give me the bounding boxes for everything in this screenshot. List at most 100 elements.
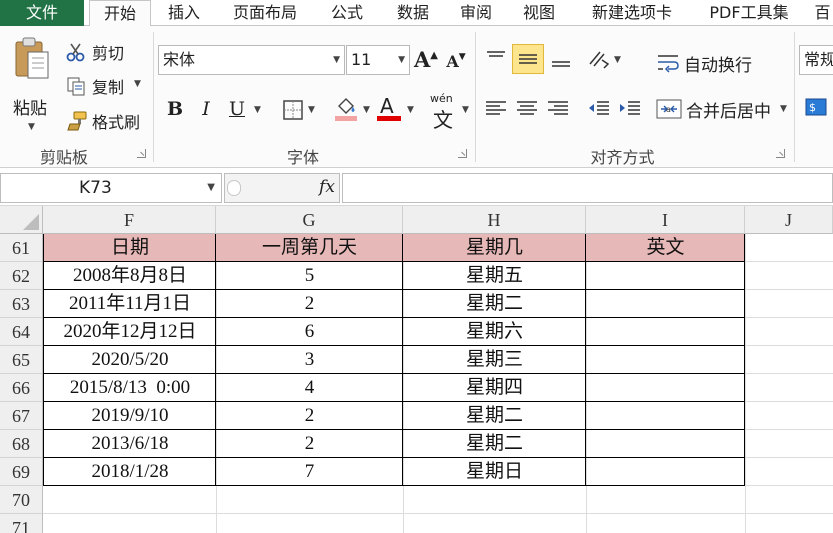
table-cell[interactable]: 星期日 [403,458,586,486]
tab-pdf-tools[interactable]: PDF工具集 [696,0,802,26]
tab-new-tab[interactable]: 新建选项卡 [576,0,688,26]
table-cell[interactable]: 2020年12月12日 [44,318,216,346]
row-header[interactable]: 68 [0,430,43,458]
table-cell[interactable] [586,262,745,290]
alignment-launcher-icon[interactable] [776,149,785,158]
row-header[interactable]: 62 [0,262,43,290]
row-header[interactable]: 64 [0,318,43,346]
table-cell[interactable]: 2018/1/28 [44,458,216,486]
paste-button[interactable]: 粘贴 ▼ [8,34,56,134]
align-top-icon[interactable] [483,46,509,72]
italic-button[interactable]: I [193,96,219,122]
table-header-cell[interactable]: 一周第几天 [216,234,403,262]
table-cell[interactable]: 星期五 [403,262,586,290]
row-header[interactable]: 70 [0,486,43,514]
row-header[interactable]: 63 [0,290,43,318]
table-cell[interactable]: 星期二 [403,402,586,430]
merge-center-button[interactable]: a 合并后居中 ▼ [656,96,792,122]
cut-button[interactable]: 剪切 [66,40,138,64]
tab-file[interactable]: 文件 [0,0,84,26]
underline-button[interactable]: U [224,96,250,122]
font-name-select[interactable]: 宋体 ▼ [158,45,345,75]
table-header-cell[interactable]: 星期几 [403,234,586,262]
table-header-cell[interactable]: 英文 [586,234,745,262]
wrap-text-button[interactable]: 自动换行 [656,50,776,76]
formula-input[interactable] [342,173,833,203]
tab-data[interactable]: 数据 [384,0,442,26]
table-cell[interactable]: 星期四 [403,374,586,402]
column-header-i[interactable]: I [586,206,745,234]
table-cell[interactable]: 2019/9/10 [44,402,216,430]
column-header-f[interactable]: F [43,206,216,234]
increase-indent-icon[interactable] [617,96,643,122]
tab-formulas[interactable]: 公式 [318,0,376,26]
align-center-icon[interactable] [514,96,540,122]
tab-baidu[interactable]: 百 [812,0,833,26]
orientation-dropdown-icon[interactable]: ▼ [614,55,621,65]
table-cell[interactable]: 星期二 [403,430,586,458]
number-format-select[interactable]: 常规 [799,45,833,75]
table-cell[interactable] [586,402,745,430]
align-middle-button[interactable] [512,44,544,74]
table-cell[interactable]: 2011年11月1日 [44,290,216,318]
row-header[interactable]: 65 [0,346,43,374]
table-cell[interactable]: 星期三 [403,346,586,374]
table-cell[interactable] [586,430,745,458]
table-cell[interactable] [586,458,745,486]
row-header[interactable]: 71 [0,514,43,533]
font-launcher-icon[interactable] [458,149,467,158]
insert-function-button[interactable]: fx [314,173,340,203]
tab-insert[interactable]: 插入 [155,0,213,26]
table-cell[interactable]: 星期二 [403,290,586,318]
borders-dropdown-icon[interactable]: ▼ [308,105,315,115]
table-cell[interactable]: 7 [216,458,403,486]
tab-view[interactable]: 视图 [510,0,568,26]
table-cell[interactable]: 3 [216,346,403,374]
table-cell[interactable] [586,290,745,318]
column-header-h[interactable]: H [403,206,586,234]
align-bottom-icon[interactable] [548,46,574,72]
shrink-font-button[interactable]: A▼ [444,49,468,75]
font-color-dropdown-icon[interactable]: ▼ [407,105,414,115]
format-painter-button[interactable]: 格式刷 [66,109,150,133]
tab-review[interactable]: 审阅 [447,0,505,26]
row-header[interactable]: 66 [0,374,43,402]
table-cell[interactable]: 4 [216,374,403,402]
table-cell[interactable]: 2008年8月8日 [44,262,216,290]
name-box[interactable]: K73 ▼ [0,173,222,203]
table-cell[interactable]: 星期六 [403,318,586,346]
clipboard-launcher-icon[interactable] [137,149,146,158]
row-header[interactable]: 67 [0,402,43,430]
table-cell[interactable]: 2013/6/18 [44,430,216,458]
merge-dropdown-icon[interactable]: ▼ [780,104,787,114]
paste-dropdown-icon[interactable]: ▼ [28,122,35,132]
font-color-button[interactable]: A [376,94,404,122]
tab-home[interactable]: 开始 [89,0,151,27]
row-header[interactable]: 61 [0,234,43,262]
table-cell[interactable] [586,346,745,374]
align-right-icon[interactable] [545,96,571,122]
table-cell[interactable]: 2020/5/20 [44,346,216,374]
accounting-format-icon[interactable]: $ [804,96,830,120]
table-cell[interactable]: 6 [216,318,403,346]
grow-font-button[interactable]: A▲ [414,47,438,73]
bold-button[interactable]: B [162,96,188,122]
copy-dropdown-icon[interactable]: ▼ [134,79,141,89]
table-cell[interactable] [586,374,745,402]
row-header[interactable]: 69 [0,458,43,486]
fill-color-dropdown-icon[interactable]: ▼ [363,105,370,115]
table-cell[interactable]: 2015/8/13 0:00 [44,374,216,402]
underline-dropdown-icon[interactable]: ▼ [254,105,261,115]
select-all-button[interactable] [0,206,43,234]
table-cell[interactable]: 2 [216,430,403,458]
font-size-select[interactable]: 11 ▼ [346,45,410,75]
formula-resize-handle[interactable] [227,180,241,196]
tab-page-layout[interactable]: 页面布局 [220,0,310,26]
table-cell[interactable] [586,318,745,346]
table-header-cell[interactable]: 日期 [44,234,216,262]
table-cell[interactable]: 2 [216,290,403,318]
table-cell[interactable]: 2 [216,402,403,430]
column-header-j[interactable]: J [745,206,833,234]
column-header-g[interactable]: G [216,206,403,234]
copy-button[interactable]: 复制 ▼ [66,74,146,98]
